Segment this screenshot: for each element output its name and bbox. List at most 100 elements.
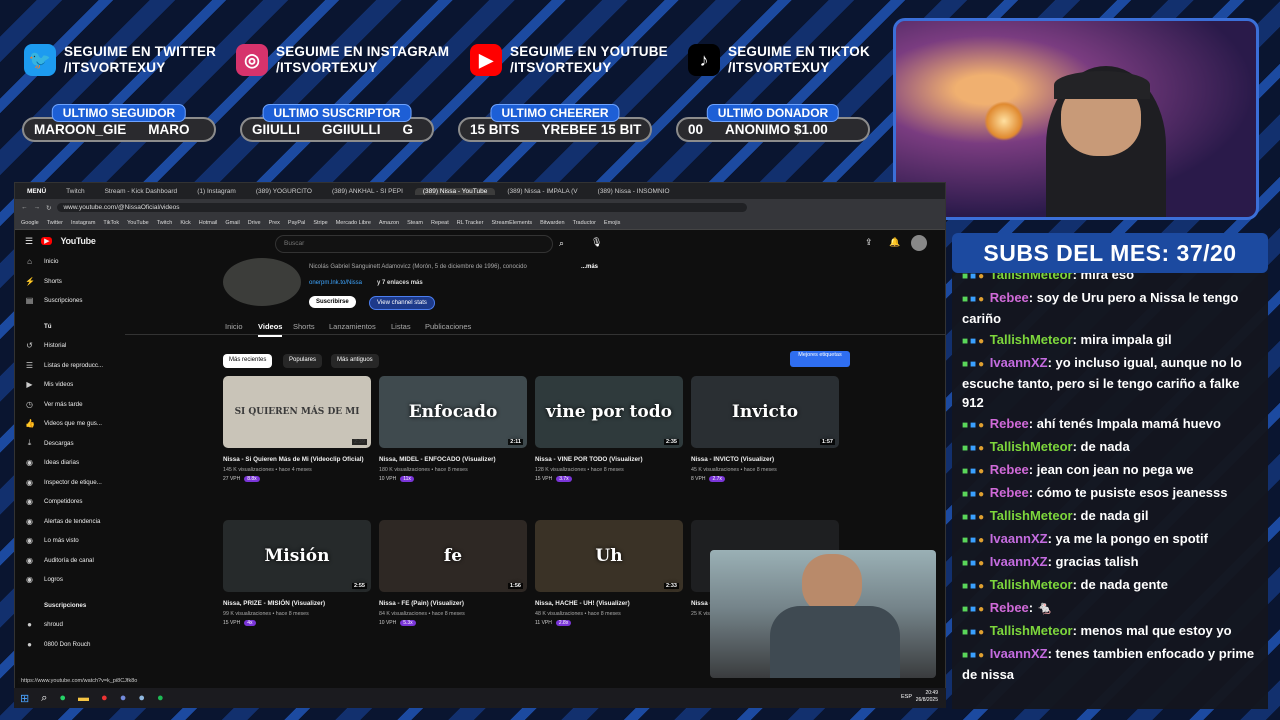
video-title[interactable]: Nissa - VINE POR TODO (Visualizer) (535, 456, 683, 464)
taskbar-search-icon[interactable]: ⌕ (41, 692, 47, 705)
bookmark-item[interactable]: Prex (269, 220, 280, 226)
sidebar-item[interactable]: Suscripciones (15, 596, 125, 616)
video-card[interactable]: Enfocado 2:11 Nissa, MIDEL - ENFOCADO (V… (379, 376, 527, 482)
reload-icon[interactable]: ↻ (46, 204, 51, 212)
discord-icon[interactable]: ● (120, 692, 127, 704)
bookmark-item[interactable]: PayPal (288, 220, 305, 226)
chat-username[interactable]: Rebee (990, 416, 1029, 431)
video-thumbnail[interactable]: Enfocado 2:11 (379, 376, 527, 448)
url-field[interactable]: www.youtube.com/@NissaOficial/videos (57, 203, 748, 212)
browser-tab[interactable]: (389) ANKHAL - SI PEPI (324, 188, 411, 195)
video-title[interactable]: Nissa - Si Quieren Más de Mi (Videoclip … (223, 456, 371, 464)
steam-icon[interactable]: ● (138, 692, 145, 704)
notifications-icon[interactable]: 🔔 (889, 237, 900, 248)
channel-stats-button[interactable]: View channel stats (369, 296, 435, 310)
sidebar-item[interactable]: ◷ Ver más tarde (15, 395, 125, 415)
chat-username[interactable]: Rebee (990, 290, 1029, 305)
account-avatar[interactable] (911, 235, 927, 251)
whatsapp-icon[interactable]: ● (59, 692, 66, 704)
video-thumbnail[interactable]: Invicto 1:57 (691, 376, 839, 448)
bookmark-item[interactable]: Amazon (379, 220, 399, 226)
chat-username[interactable]: Rebee (990, 485, 1029, 500)
video-title[interactable]: Nissa, PRIZE - MISIÓN (Visualizer) (223, 600, 371, 608)
browser-tab[interactable]: (389) YOGURCITO (248, 188, 320, 195)
forward-icon[interactable]: → (34, 204, 41, 211)
video-card[interactable]: vine por todo 2:35 Nissa - VINE POR TODO… (535, 376, 683, 482)
spotify-icon[interactable]: ● (157, 692, 164, 704)
browser-tab[interactable]: (389) Nissa - INSOMNIO (590, 188, 678, 195)
youtube-logo[interactable]: ☰ ▶ YouTube (15, 230, 125, 252)
bookmark-item[interactable]: Mercado Libre (336, 220, 371, 226)
search-icon[interactable]: ⌕ (559, 238, 564, 249)
bookmark-item[interactable]: Kick (180, 220, 190, 226)
bookmark-item[interactable]: Emojis (604, 220, 621, 226)
bookmark-item[interactable]: Gmail (225, 220, 239, 226)
video-title[interactable]: Nissa, HACHE - UH! (Visualizer) (535, 600, 683, 608)
sidebar-item[interactable]: ⤓ Descargas (15, 434, 125, 454)
bookmark-item[interactable]: Drive (248, 220, 261, 226)
chat-username[interactable]: TallishMeteor (990, 332, 1073, 347)
bookmark-item[interactable]: Twitter (47, 220, 63, 226)
chat-username[interactable]: IvaannXZ (990, 355, 1048, 370)
sidebar-item[interactable]: ◉ Alertas de tendencia (15, 512, 125, 532)
channel-tab[interactable]: Listas (391, 322, 411, 331)
bookmark-item[interactable]: Twitch (157, 220, 173, 226)
video-card[interactable]: fe 1:56 Nissa - FE (Pain) (Visualizer) 8… (379, 520, 527, 626)
video-title[interactable]: Nissa - FE (Pain) (Visualizer) (379, 600, 527, 608)
mic-icon[interactable]: 🎙 (591, 237, 602, 248)
video-thumbnail[interactable]: Misión 2:55 (223, 520, 371, 592)
video-thumbnail[interactable]: fe 1:56 (379, 520, 527, 592)
sidebar-item[interactable]: ◉ Auditoría de canal (15, 551, 125, 571)
sidebar-item[interactable]: ↺ Historial (15, 336, 125, 356)
sidebar-item[interactable]: ◉ Logros (15, 570, 125, 590)
bookmark-item[interactable]: Google (21, 220, 39, 226)
sidebar-item[interactable]: ⚡ Shorts (15, 272, 125, 292)
sidebar-item[interactable]: ◉ Ideas diarias (15, 453, 125, 473)
chat-username[interactable]: IvaannXZ (990, 554, 1048, 569)
more-link[interactable]: ...más (581, 264, 598, 270)
chat-username[interactable]: Rebee (990, 462, 1029, 477)
bookmark-item[interactable]: Traductor (573, 220, 596, 226)
channel-tab[interactable]: Shorts (293, 322, 315, 331)
video-card[interactable]: Invicto 1:57 Nissa - INVICTO (Visualizer… (691, 376, 839, 482)
sidebar-item[interactable]: ◉ Lo más visto (15, 531, 125, 551)
bookmark-item[interactable]: StreamElements (491, 220, 532, 226)
sidebar-item[interactable]: ◉ Inspector de etique... (15, 473, 125, 493)
sidebar-item[interactable]: 👍 Videos que me gus... (15, 414, 125, 434)
chat-username[interactable]: TallishMeteor (990, 439, 1073, 454)
channel-links-more[interactable]: y 7 enlaces más (377, 280, 423, 286)
video-thumbnail[interactable]: SI QUIEREN MÁS DE MI 2:39 (223, 376, 371, 448)
filter-chip[interactable]: Más antiguos (331, 354, 379, 368)
chat-username[interactable]: TallishMeteor (990, 508, 1073, 523)
sidebar-item[interactable]: ▶ Mis videos (15, 375, 125, 395)
channel-tab[interactable]: Lanzamientos (329, 322, 376, 331)
bookmark-item[interactable]: Repeat (431, 220, 449, 226)
bookmark-item[interactable]: Steam (407, 220, 423, 226)
sidebar-item[interactable]: ▤ Suscripciones (15, 291, 125, 311)
video-card[interactable]: Uh 2:33 Nissa, HACHE - UH! (Visualizer) … (535, 520, 683, 626)
windows-start-icon[interactable]: ⊞ (20, 692, 29, 705)
channel-tab[interactable]: Inicio (225, 322, 243, 331)
subscribe-button[interactable]: Suscribirse (309, 296, 356, 308)
bookmark-item[interactable]: Hotmail (199, 220, 218, 226)
channel-tab[interactable]: Publicaciones (425, 322, 471, 331)
chat-username[interactable]: IvaannXZ (990, 646, 1048, 661)
browser-tab[interactable]: (1) Instagram (189, 188, 244, 195)
hamburger-icon[interactable]: ☰ (25, 236, 33, 247)
video-title[interactable]: Nissa - INVICTO (Visualizer) (691, 456, 839, 464)
app-icon[interactable]: ● (101, 692, 108, 704)
browser-tab[interactable]: (389) Nissa - IMPALA (V (499, 188, 585, 195)
bookmark-item[interactable]: YouTube (127, 220, 149, 226)
sidebar-item[interactable]: ☰ Listas de reproducc... (15, 356, 125, 376)
video-thumbnail[interactable]: vine por todo 2:35 (535, 376, 683, 448)
chat-username[interactable]: Rebee (990, 600, 1029, 615)
upload-icon[interactable]: ⇪ (865, 237, 873, 248)
bookmark-item[interactable]: Bitwarden (540, 220, 564, 226)
sidebar-item[interactable]: ◉ Competidores (15, 492, 125, 512)
browser-tab[interactable]: Twitch (58, 188, 92, 195)
bookmark-item[interactable]: Stripe (313, 220, 327, 226)
video-title[interactable]: Nissa, MIDEL - ENFOCADO (Visualizer) (379, 456, 527, 464)
filter-chip[interactable]: Populares (283, 354, 323, 368)
video-card[interactable]: SI QUIEREN MÁS DE MI 2:39 Nissa - Si Qui… (223, 376, 371, 482)
channel-link[interactable]: onerpm.lnk.to/Nissa (309, 280, 362, 286)
